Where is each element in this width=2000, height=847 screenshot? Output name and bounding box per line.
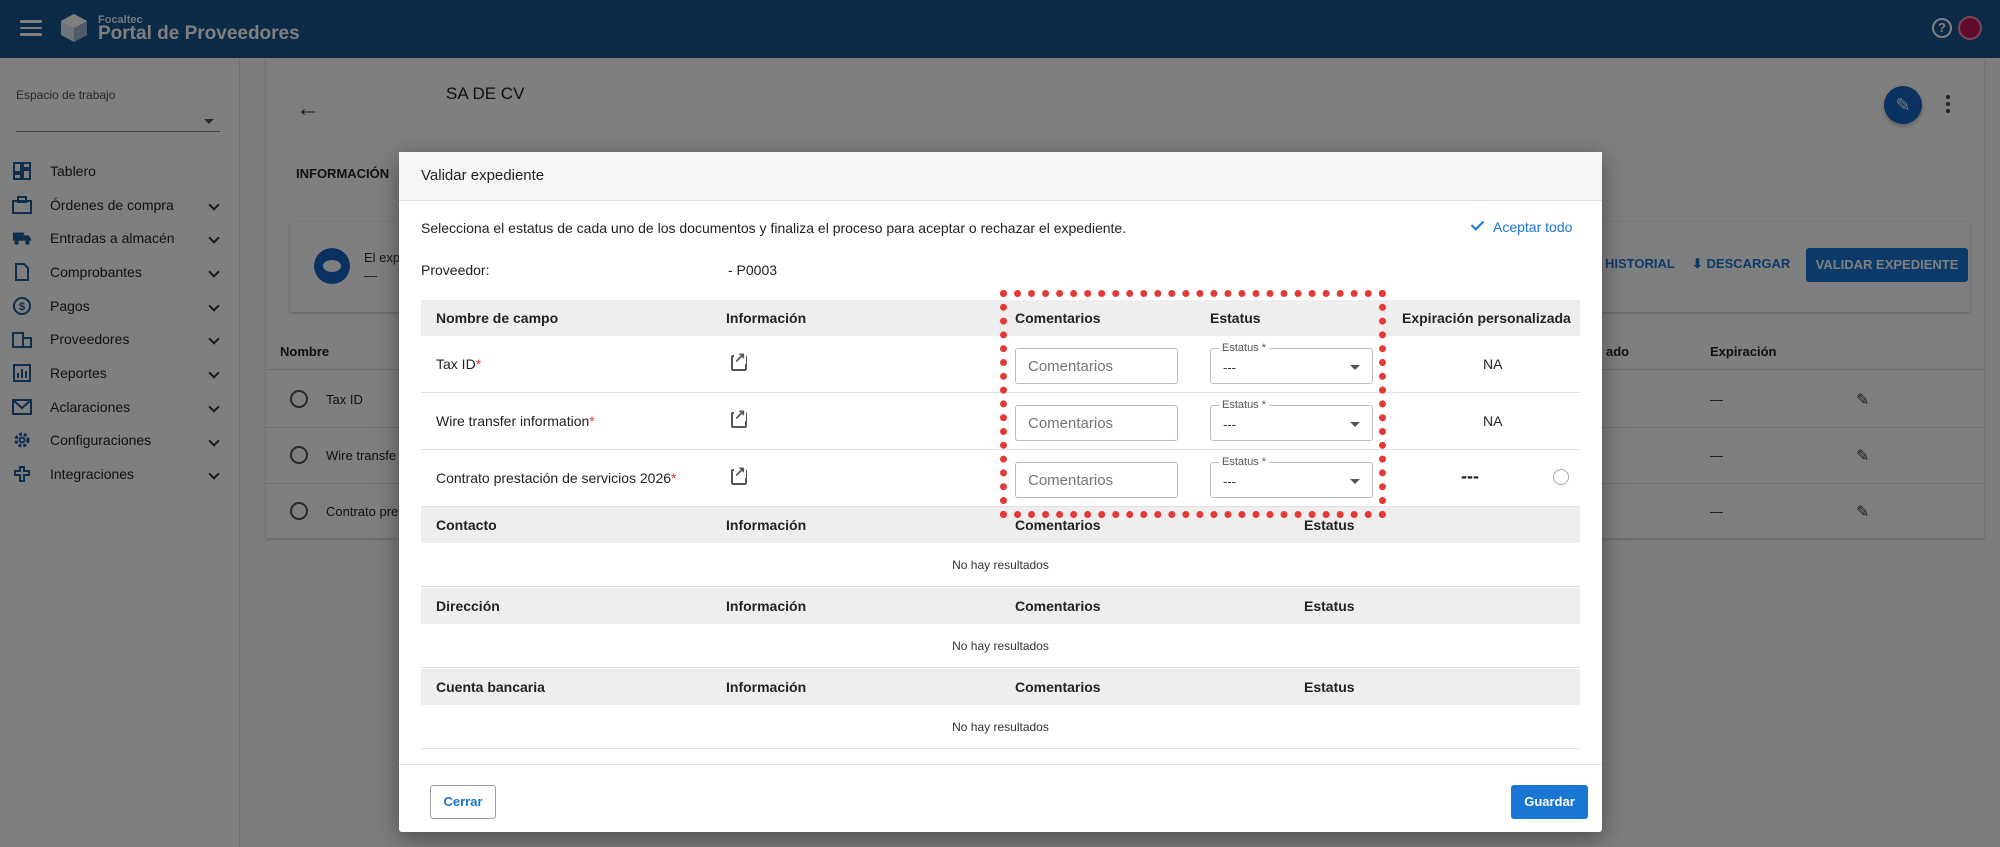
required-asterisk: * xyxy=(589,413,595,429)
expiration-date-value[interactable]: --- xyxy=(1461,466,1479,487)
close-button[interactable]: Cerrar xyxy=(430,785,496,819)
dropdown-arrow-icon xyxy=(1350,479,1360,484)
save-button[interactable]: Guardar xyxy=(1511,785,1588,819)
comment-input[interactable] xyxy=(1015,405,1178,441)
header-comentarios: Comentarios xyxy=(1015,517,1101,533)
status-value: --- xyxy=(1223,417,1236,432)
field-name: Contrato prestación de servicios 2026* xyxy=(436,470,676,486)
dialog-footer: Cerrar Guardar xyxy=(399,764,1602,832)
field-name-text: Tax ID xyxy=(436,356,476,372)
field-name: Wire transfer information* xyxy=(436,413,595,429)
status-value: --- xyxy=(1223,360,1236,375)
header-nombre-campo: Nombre de campo xyxy=(436,310,559,326)
header-comentarios: Comentarios xyxy=(1015,598,1101,614)
section-header-contacto: Contacto Información Comentarios Estatus xyxy=(421,507,1580,543)
accept-all-button[interactable]: Aceptar todo xyxy=(1470,217,1573,235)
status-label: Estatus * xyxy=(1219,456,1270,468)
empty-results: No hay resultados xyxy=(421,705,1580,749)
open-in-new-icon[interactable] xyxy=(731,464,747,485)
status-select[interactable]: Estatus * --- xyxy=(1210,456,1373,498)
alarm-clock-icon[interactable] xyxy=(1553,469,1569,485)
header-estatus: Estatus xyxy=(1304,679,1355,695)
section-name: Contacto xyxy=(436,517,497,533)
header-estatus: Estatus xyxy=(1304,598,1355,614)
header-informacion: Información xyxy=(726,310,807,326)
field-name-text: Wire transfer information xyxy=(436,413,590,429)
expiration-value: NA xyxy=(1483,356,1503,372)
header-estatus: Estatus xyxy=(1304,517,1355,533)
status-select[interactable]: Estatus * --- xyxy=(1210,342,1373,384)
fields-table-header: Nombre de campo Información Comentarios … xyxy=(421,300,1580,336)
status-label: Estatus * xyxy=(1219,342,1270,354)
open-in-new-icon[interactable] xyxy=(731,407,747,428)
provider-value: - P0003 xyxy=(728,262,778,278)
section-name: Cuenta bancaria xyxy=(436,679,545,695)
status-value: --- xyxy=(1223,474,1236,489)
provider-label: Proveedor: xyxy=(421,262,490,278)
field-name: Tax ID* xyxy=(436,356,481,372)
field-name-text: Contrato prestación de servicios 2026 xyxy=(436,470,672,486)
required-asterisk: * xyxy=(475,356,482,372)
section-header-direccion: Dirección Información Comentarios Estatu… xyxy=(421,588,1580,624)
header-expiracion-personalizada: Expiración personalizada xyxy=(1402,310,1571,326)
expiration-value: NA xyxy=(1483,413,1503,429)
comment-input[interactable] xyxy=(1015,348,1178,384)
comment-input[interactable] xyxy=(1015,462,1178,498)
required-asterisk: * xyxy=(671,470,677,486)
status-select[interactable]: Estatus * --- xyxy=(1210,399,1373,441)
table-row: Contrato prestación de servicios 2026* E… xyxy=(421,450,1580,507)
validar-expediente-dialog: Validar expediente Selecciona el estatus… xyxy=(399,152,1602,832)
header-informacion: Información xyxy=(726,679,807,695)
empty-results: No hay resultados xyxy=(421,624,1580,668)
table-row: Tax ID* Estatus * --- NA xyxy=(421,336,1580,393)
section-name: Dirección xyxy=(436,598,500,614)
empty-results: No hay resultados xyxy=(421,543,1580,587)
header-comentarios: Comentarios xyxy=(1015,679,1101,695)
dropdown-arrow-icon xyxy=(1350,365,1360,370)
header-informacion: Información xyxy=(726,517,807,533)
table-row: Wire transfer information* Estatus * ---… xyxy=(421,393,1580,450)
section-header-cuenta-bancaria: Cuenta bancaria Información Comentarios … xyxy=(421,669,1580,705)
header-informacion: Información xyxy=(726,598,807,614)
accept-all-label: Aceptar todo xyxy=(1493,219,1573,235)
dialog-instructions: Selecciona el estatus de cada uno de los… xyxy=(421,220,1127,236)
open-in-new-icon[interactable] xyxy=(731,350,747,371)
status-label: Estatus * xyxy=(1219,399,1270,411)
header-comentarios: Comentarios xyxy=(1015,310,1101,326)
dialog-title: Validar expediente xyxy=(421,167,545,184)
dropdown-arrow-icon xyxy=(1350,422,1360,427)
check-icon xyxy=(1470,217,1485,231)
dialog-header: Validar expediente xyxy=(399,152,1602,201)
header-estatus: Estatus xyxy=(1210,310,1261,326)
